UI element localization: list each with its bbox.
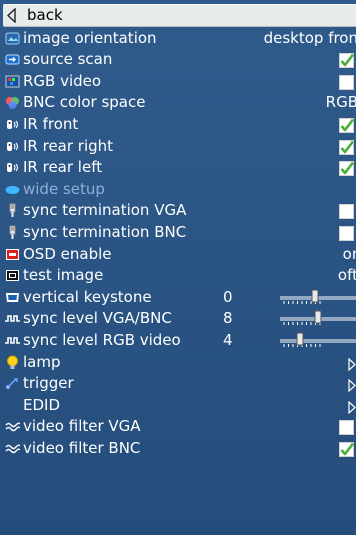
menu-item-edid[interactable]: EDID	[3, 395, 356, 416]
ir-sensor-icon	[5, 160, 20, 175]
menu-item-value: or	[342, 244, 356, 263]
sync-termination-icon	[5, 225, 20, 240]
slider-value: 4	[223, 331, 233, 349]
menu-item-label: OSD enable	[23, 244, 112, 263]
sync-level-icon	[5, 333, 20, 348]
menu-item-label: IR rear left	[23, 158, 103, 177]
menu-item-video-filter-bnc[interactable]: video filter BNC	[3, 438, 356, 459]
checkbox-checked[interactable]	[339, 161, 354, 177]
back-arrow-icon	[7, 8, 16, 23]
menu-item-label: wide setup	[23, 179, 105, 198]
trigger-icon	[5, 376, 20, 391]
menu-item-label: trigger	[23, 374, 74, 393]
wide-setup-icon	[5, 182, 20, 197]
rgb-video-icon	[5, 74, 20, 89]
ir-sensor-icon	[5, 139, 20, 154]
vertical-keystone-icon	[5, 290, 20, 305]
sync-termination-icon	[5, 203, 20, 218]
slider[interactable]	[280, 289, 356, 307]
menu-item-source-scan[interactable]: source scan	[3, 49, 356, 70]
menu-item-value: oft	[337, 266, 356, 285]
back-row[interactable]: back	[3, 4, 356, 27]
menu-item-label: lamp	[23, 352, 61, 371]
menu-item-video-filter-vga[interactable]: video filter VGA	[3, 416, 356, 437]
menu-item-label: video filter BNC	[23, 439, 141, 457]
back-label: back	[27, 6, 63, 24]
menu-item-label: EDID	[23, 395, 61, 414]
checkbox-checked[interactable]	[339, 118, 354, 133]
menu-item-label: sync level RGB video	[23, 331, 181, 349]
osd-enable-icon	[5, 247, 20, 262]
menu-item-osd-enable[interactable]: OSD enable or	[3, 244, 356, 265]
checkbox-unchecked[interactable]	[339, 226, 354, 241]
menu-item-value: desktop fron	[263, 28, 356, 47]
menu-item-ir-rear-left[interactable]: IR rear left	[3, 157, 356, 178]
menu-item-label: video filter VGA	[23, 417, 141, 436]
menu-item-ir-rear-right[interactable]: IR rear right	[3, 136, 356, 157]
bnc-color-space-icon	[5, 95, 20, 110]
menu-item-value: RGB	[325, 93, 356, 112]
menu-item-test-image[interactable]: test image oft	[3, 265, 356, 286]
checkbox-checked[interactable]	[339, 53, 354, 69]
test-image-icon	[5, 268, 20, 283]
video-filter-icon	[5, 419, 21, 434]
slider[interactable]	[280, 332, 356, 350]
checkbox-checked[interactable]	[339, 139, 354, 155]
checkbox-unchecked[interactable]	[339, 420, 354, 436]
menu-item-ir-front[interactable]: IR front	[3, 114, 356, 135]
image-orientation-icon	[5, 31, 20, 46]
source-scan-icon	[5, 52, 20, 67]
menu-item-label: source scan	[23, 50, 113, 69]
menu-item-sync-termination-vga[interactable]: sync termination VGA	[3, 200, 356, 221]
menu-item-rgb-video[interactable]: RGB video	[3, 71, 356, 92]
menu-item-label: image orientation	[23, 28, 157, 47]
menu-item-label: sync termination BNC	[23, 223, 187, 241]
menu-item-label: IR rear right	[23, 136, 114, 155]
menu-item-vertical-keystone[interactable]: vertical keystone 0	[3, 287, 356, 308]
menu-item-lamp[interactable]: lamp	[3, 352, 356, 373]
osd-menu: back image orientation desktop fron source…	[0, 0, 356, 535]
menu-item-bnc-color-space[interactable]: BNC color space RGB	[3, 92, 356, 113]
menu-item-label: sync termination VGA	[23, 201, 187, 220]
menu-item-wide-setup: wide setup	[3, 179, 356, 200]
menu-item-label: test image	[23, 266, 104, 285]
menu-item-sync-level-rgb-video[interactable]: sync level RGB video 4	[3, 330, 356, 351]
checkbox-unchecked[interactable]	[339, 74, 354, 90]
slider[interactable]	[280, 310, 356, 328]
menu-item-sync-termination-bnc[interactable]: sync termination BNC	[3, 222, 356, 243]
menu-item-label: vertical keystone	[23, 287, 152, 306]
slider-value: 0	[223, 287, 233, 306]
menu-item-trigger[interactable]: trigger	[3, 373, 356, 394]
ir-sensor-icon	[5, 117, 20, 132]
lamp-icon	[5, 355, 20, 370]
sync-level-icon	[5, 311, 20, 326]
menu-item-image-orientation[interactable]: image orientation desktop fron	[3, 28, 356, 49]
menu-item-sync-level-vga-bnc[interactable]: sync level VGA/BNC 8	[3, 308, 356, 329]
menu-item-label: RGB video	[23, 71, 102, 90]
video-filter-icon	[5, 441, 21, 456]
checkbox-unchecked[interactable]	[339, 204, 354, 220]
menu-item-label: sync level VGA/BNC	[23, 309, 172, 328]
checkbox-checked[interactable]	[339, 442, 354, 457]
slider-value: 8	[223, 309, 233, 328]
menu-item-label: BNC color space	[23, 93, 146, 112]
menu-item-label: IR front	[23, 115, 79, 133]
